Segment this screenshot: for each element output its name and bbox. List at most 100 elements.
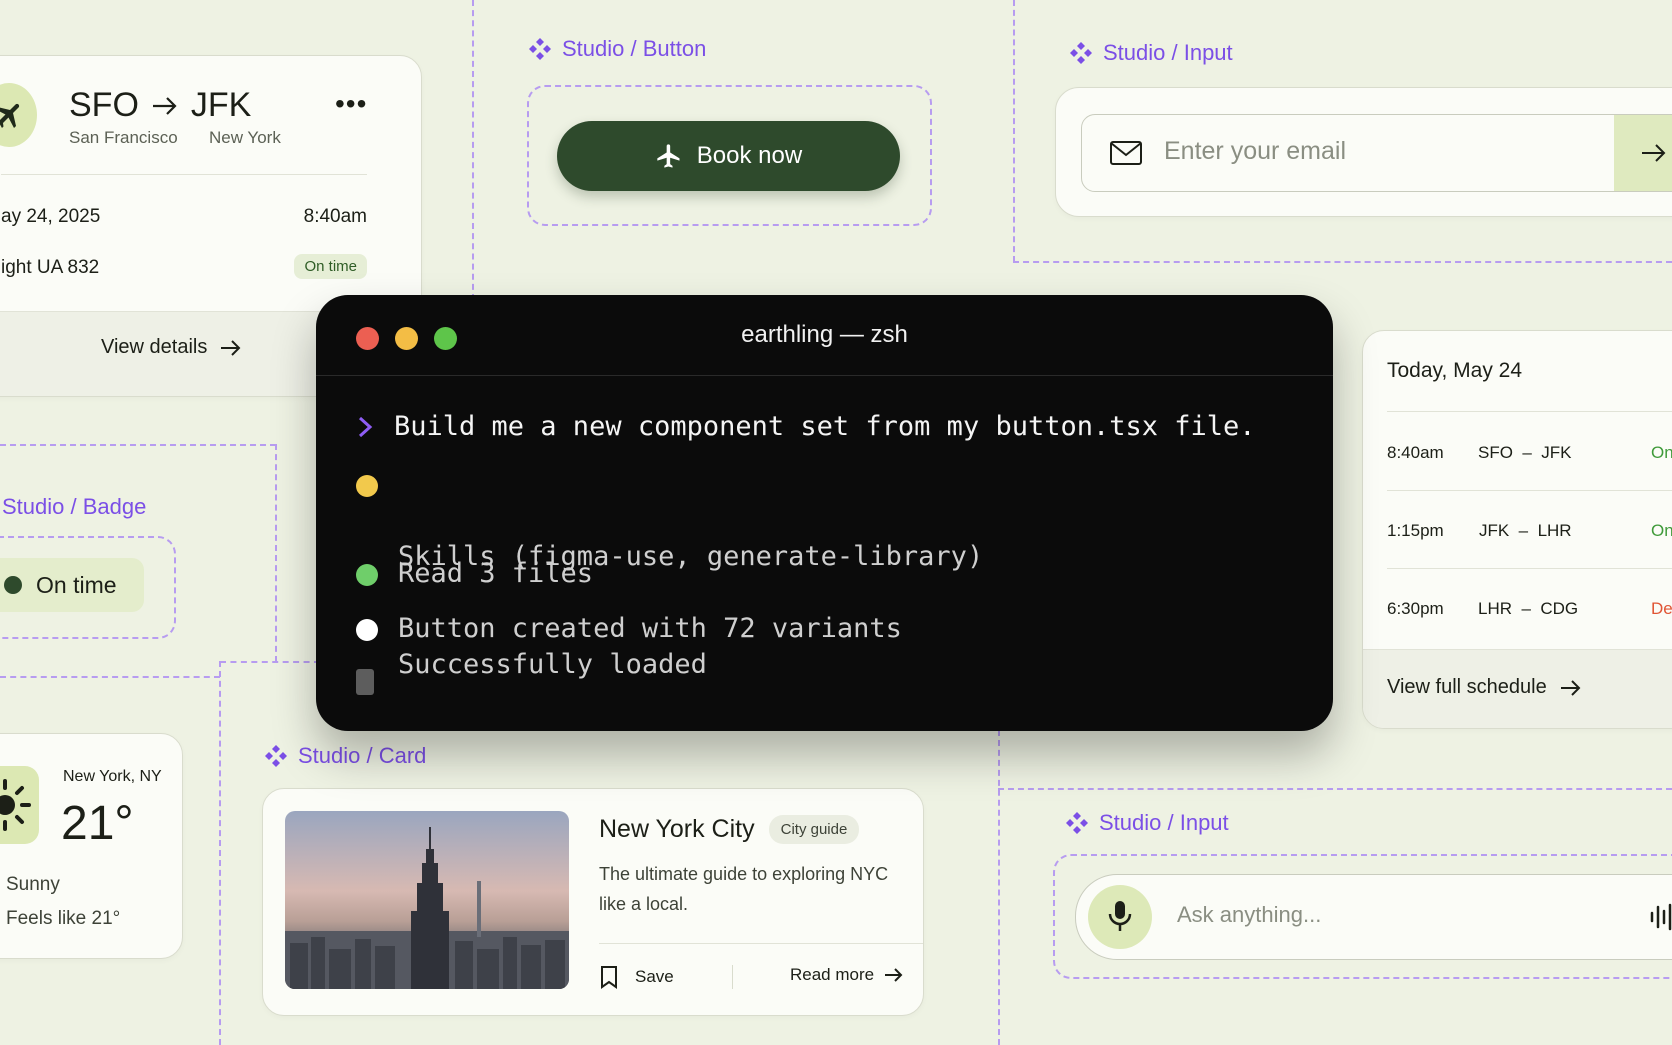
- city-photo: [285, 811, 569, 989]
- status-badge: On time: [294, 254, 367, 279]
- guide-line: [472, 0, 474, 300]
- row-status: On: [1651, 521, 1672, 540]
- guide-line: [220, 661, 320, 663]
- row-time: 6:30pm: [1387, 599, 1444, 618]
- terminal-window: earthling — zsh Build me a new component…: [316, 295, 1333, 731]
- terminal-line-text: Read 3 files: [398, 558, 594, 589]
- terminal-line-text: Button created with 72 variants: [398, 613, 902, 644]
- row-status: De: [1651, 599, 1672, 618]
- badge-label: On time: [36, 571, 117, 598]
- weather-location: New York, NY: [63, 768, 162, 785]
- ask-input[interactable]: Ask anything...: [1075, 874, 1672, 960]
- studio-badge-label: Studio / Badge: [2, 494, 146, 520]
- read-more-label: Read more: [790, 965, 875, 984]
- airplane-icon: [0, 103, 20, 129]
- studio-button-title: Studio / Button: [562, 36, 707, 61]
- guide-line: [1013, 0, 1015, 262]
- arrow-right-icon: [221, 339, 241, 356]
- studio-card-label: Studio / Card: [264, 743, 426, 769]
- ask-placeholder: Ask anything...: [1177, 902, 1322, 927]
- arrow-right-icon: [1642, 144, 1666, 162]
- divider: [1387, 490, 1672, 491]
- empire-state-building-image: [285, 827, 569, 989]
- microphone-icon: [1108, 901, 1132, 931]
- component-icon: [1066, 812, 1088, 834]
- divider: [1387, 568, 1672, 569]
- terminal-titlebar: earthling — zsh: [316, 295, 1333, 376]
- origin-city: San Francisco: [69, 128, 178, 147]
- studio-button-label: Studio / Button: [528, 36, 706, 62]
- view-details-link[interactable]: View details: [101, 336, 207, 359]
- sun-tile: [0, 766, 39, 844]
- component-icon: [265, 745, 287, 767]
- mail-icon: [1110, 141, 1142, 165]
- weather-card: New York, NY 21° Sunny Feels like 21°: [0, 733, 183, 959]
- prompt-text: Build me a new component set from my but…: [394, 411, 1256, 442]
- weather-condition: Sunny: [6, 874, 60, 895]
- row-time: 1:15pm: [1387, 521, 1444, 540]
- flight-number: ight UA 832: [1, 257, 100, 278]
- studio-input-label: Studio / Input: [1065, 810, 1229, 836]
- weather-temperature: 21°: [61, 797, 134, 850]
- guide-line: [1013, 261, 1672, 263]
- read-more-link[interactable]: Read more: [790, 965, 904, 985]
- divider: [732, 965, 733, 989]
- view-schedule-bar[interactable]: View full schedule: [1363, 649, 1672, 728]
- arrow-right-icon: [152, 96, 177, 115]
- plane-avatar: [0, 83, 37, 147]
- guide-line: [0, 444, 276, 446]
- sun-icon: [0, 779, 31, 831]
- studio-input-label: Studio / Input: [1069, 40, 1233, 66]
- status-dot: [356, 475, 378, 497]
- status-dot: [356, 619, 378, 641]
- row-route: JFK – LHR: [1479, 521, 1572, 540]
- status-dot: [4, 576, 22, 594]
- origin-code: SFO: [69, 86, 139, 124]
- terminal-cursor[interactable]: [356, 669, 374, 695]
- email-field[interactable]: Enter your email: [1081, 114, 1672, 192]
- city-guide-card: New York City City guide The ultimate gu…: [262, 788, 924, 1016]
- terminal-title: earthling — zsh: [741, 321, 908, 348]
- divider: [1387, 411, 1672, 412]
- status-dot: [356, 564, 378, 586]
- destination-code: JFK: [190, 86, 252, 124]
- feels-like: Feels like 21°: [6, 908, 121, 929]
- studio-card-title: Studio / Card: [298, 743, 427, 768]
- microphone-button[interactable]: [1088, 885, 1152, 949]
- guide-line: [219, 661, 221, 1045]
- audio-waveform-icon[interactable]: [1649, 903, 1672, 931]
- terminal-line: Skills (figma-use, generate-library) Suc…: [356, 467, 983, 731]
- schedule-card: Today, May 24 8:40am SFO – JFK On 1:15pm…: [1362, 330, 1672, 729]
- terminal-line-text: Successfully loaded: [398, 649, 707, 680]
- on-time-badge: On time: [0, 558, 144, 612]
- arrow-right-icon: [1560, 679, 1581, 696]
- destination-city: New York: [209, 128, 281, 147]
- city-title: New York City: [599, 815, 755, 843]
- terminal-line: Button created with 72 variants: [356, 611, 902, 647]
- airplane-icon: [657, 144, 680, 168]
- guide-line: [998, 788, 1672, 790]
- guide-line: [275, 444, 277, 662]
- arrow-right-icon: [885, 968, 903, 982]
- flight-time: 8:40am: [303, 206, 367, 227]
- book-now-button[interactable]: Book now: [557, 121, 900, 191]
- divider: [1, 174, 367, 175]
- row-status: On: [1651, 443, 1672, 462]
- terminal-line: Read 3 files: [356, 556, 593, 592]
- studio-input-title: Studio / Input: [1099, 810, 1229, 835]
- city-guide-tag: City guide: [768, 815, 860, 844]
- flight-date: ay 24, 2025: [1, 206, 101, 227]
- schedule-date: Today, May 24: [1387, 359, 1523, 382]
- view-full-schedule-link[interactable]: View full schedule: [1387, 676, 1547, 699]
- row-route: SFO – JFK: [1478, 443, 1572, 462]
- studio-input-title: Studio / Input: [1103, 40, 1233, 65]
- more-options-icon[interactable]: •••: [335, 88, 367, 120]
- guide-line: [998, 730, 1000, 1045]
- submit-email-button[interactable]: [1614, 115, 1672, 191]
- divider: [599, 943, 923, 944]
- studio-badge-title: Studio / Badge: [2, 494, 147, 519]
- save-label: Save: [635, 967, 674, 986]
- component-icon: [1070, 42, 1092, 64]
- save-button[interactable]: Save: [599, 965, 674, 989]
- book-now-label: Book now: [696, 142, 803, 169]
